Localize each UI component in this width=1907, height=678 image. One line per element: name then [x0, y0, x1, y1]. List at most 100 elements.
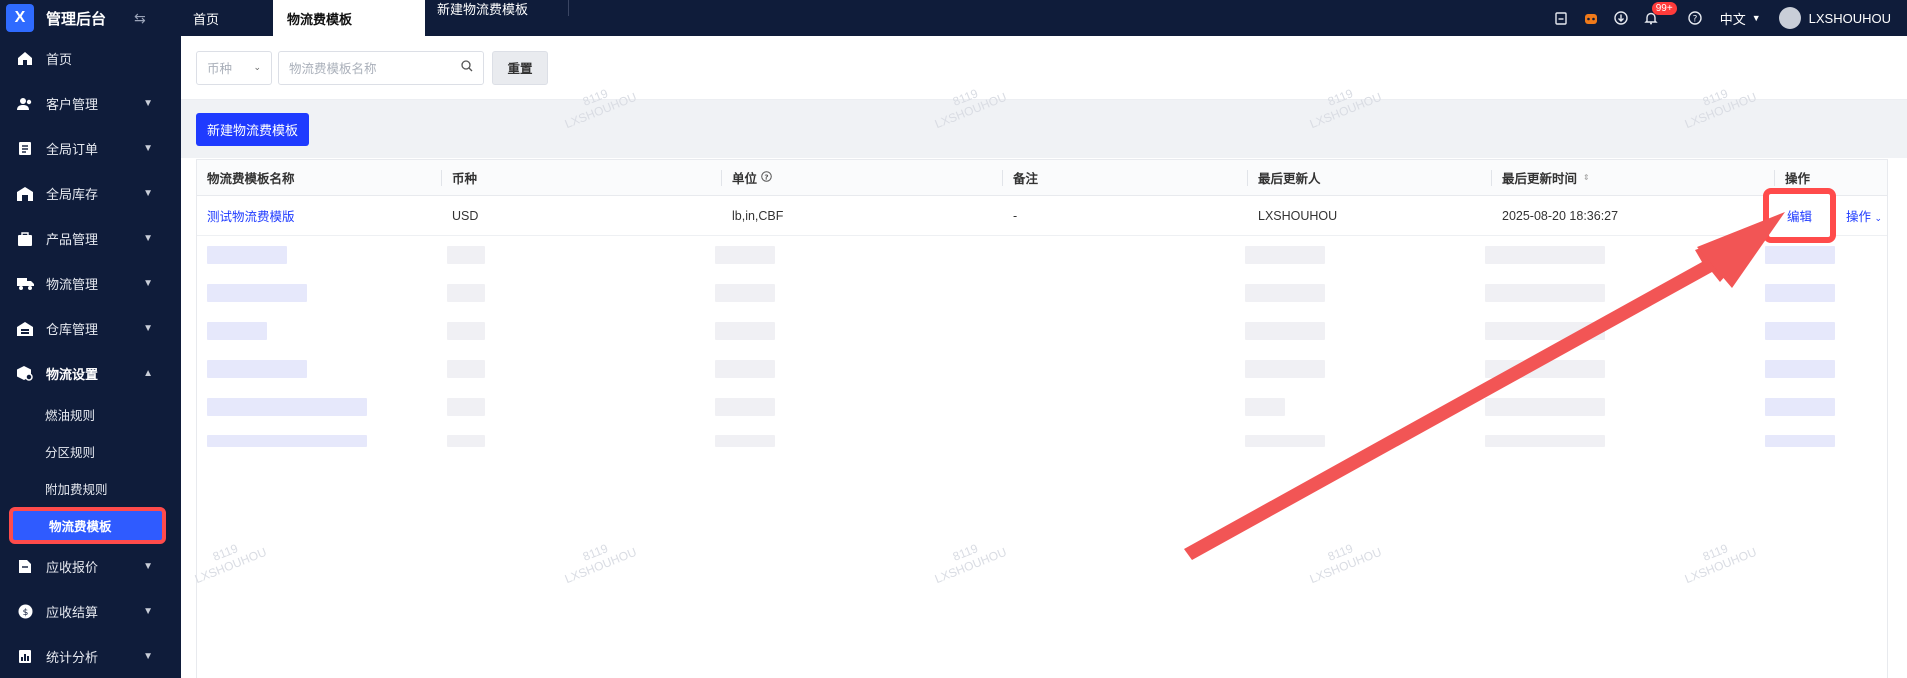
stats-icon [16, 648, 34, 666]
sidebar-item-label: 首页 [46, 52, 73, 67]
templates-table: 物流费模板名称 币种 单位 ? 备注 最后更新人 最后更新时间 ⇕ 操作 测试物… [196, 159, 1888, 678]
list-item [197, 426, 1887, 456]
edit-button[interactable]: 编辑 [1763, 188, 1837, 243]
quote-icon [16, 558, 34, 576]
chevron-down-icon: ▼ [143, 606, 153, 617]
order-icon [16, 140, 34, 158]
sidebar-item-label: 物流管理 [46, 277, 99, 292]
clipboard-icon[interactable] [1546, 0, 1576, 36]
username[interactable]: LXSHOUHOU [1809, 11, 1891, 26]
chevron-down-icon: ▼ [143, 233, 153, 244]
avatar[interactable] [1778, 7, 1801, 29]
sidebar-item-orders[interactable]: 全局订单 ▼ [0, 126, 181, 171]
collapse-sidebar-icon[interactable]: ⇆ [134, 10, 146, 27]
column-header-actions: 操作 [1785, 172, 1811, 186]
language-selector[interactable]: 中文 ▼ [1720, 9, 1761, 28]
chevron-down-icon: ▼ [143, 651, 153, 662]
chevron-down-icon: ▼ [143, 561, 153, 572]
sidebar-subitem-zone-rules[interactable]: 分区规则 [0, 433, 181, 470]
sidebar-item-customers[interactable]: 客户管理 ▼ [0, 81, 181, 126]
home-icon [16, 50, 34, 68]
filter-bar: 币种 ⌄ 物流费模板名称 重置 [181, 36, 1907, 100]
table-row: 测试物流费模版 USD lb,in,CBF - LXSHOUHOU 2025-0… [197, 188, 1887, 243]
list-item [197, 388, 1887, 426]
storehouse-icon [16, 320, 34, 338]
search-icon[interactable] [461, 60, 473, 75]
top-right-tools: 99+ ? 中文 ▼ LXSHOUHOU [1546, 0, 1907, 36]
svg-text:?: ? [1692, 15, 1697, 25]
redacted-rows [197, 236, 1887, 456]
list-item [197, 274, 1887, 312]
caret-down-icon: ▼ [1751, 13, 1761, 23]
action-bar: 新建物流费模板 [181, 100, 1907, 158]
tab-bar: 首页 物流费模板 新建物流费模板 [181, 0, 570, 36]
notification-bell-icon[interactable]: 99+ [1636, 0, 1677, 36]
sidebar-item-warehouse[interactable]: 仓库管理 ▼ [0, 306, 181, 351]
sidebar-item-label: 物流设置 [46, 367, 99, 382]
warehouse-icon [16, 185, 34, 203]
main-content: 币种 ⌄ 物流费模板名称 重置 新建物流费模板 物流费模板名称 币种 单位 ? … [181, 36, 1907, 678]
settlement-icon: $ [16, 603, 34, 621]
search-placeholder: 物流费模板名称 [289, 62, 377, 76]
sidebar-item-logistics[interactable]: 物流管理 ▼ [0, 261, 181, 306]
currency-placeholder: 币种 [207, 62, 233, 76]
cell-currency: USD [452, 208, 479, 223]
logo-icon: X [6, 4, 34, 32]
tab-home[interactable]: 首页 [181, 0, 273, 36]
help-circle-icon[interactable]: ? [761, 170, 772, 185]
sidebar-item-label: 客户管理 [46, 97, 99, 112]
chevron-down-icon: ⌄ [253, 62, 261, 72]
column-header-name: 物流费模板名称 [197, 160, 442, 196]
sidebar-subitem-logistics-fee-template[interactable]: 物流费模板 [9, 507, 166, 544]
currency-select[interactable]: 币种 ⌄ [196, 50, 272, 85]
more-actions-dropdown[interactable]: 操作 ⌄ [1846, 206, 1882, 225]
sidebar-subitem-surcharge-rules[interactable]: 附加费规则 [0, 470, 181, 507]
chevron-down-icon: ▼ [143, 98, 153, 109]
sidebar-item-home[interactable]: 首页 [0, 36, 181, 81]
template-name-link[interactable]: 测试物流费模版 [197, 206, 442, 225]
list-item [197, 350, 1887, 388]
tab-logistics-fee-template[interactable]: 物流费模板 [273, 0, 425, 36]
sidebar-item-label: 产品管理 [46, 232, 99, 247]
template-name-search-input[interactable]: 物流费模板名称 [278, 50, 484, 85]
cell-remark: - [1013, 208, 1018, 223]
sidebar-item-receivable-settlement[interactable]: $ 应收结算 ▼ [0, 589, 181, 634]
cell-updated-by: LXSHOUHOU [1258, 208, 1338, 223]
tab-new-logistics-fee-template[interactable]: 新建物流费模板 [425, 0, 570, 17]
cell-updated-at: 2025-08-20 18:36:27 [1502, 208, 1619, 223]
sidebar-item-receivable-quotes[interactable]: 应收报价 ▼ [0, 544, 181, 589]
logo[interactable]: X 管理后台 ⇆ [0, 0, 181, 36]
download-icon[interactable] [1606, 0, 1636, 36]
language-label: 中文 [1719, 11, 1746, 27]
product-icon [16, 230, 34, 248]
sidebar-item-products[interactable]: 产品管理 ▼ [0, 216, 181, 261]
cell-unit: lb,in,CBF [732, 208, 784, 223]
help-icon[interactable]: ? [1680, 0, 1710, 36]
reset-button[interactable]: 重置 [492, 50, 548, 85]
sidebar-item-label: 应收结算 [46, 605, 99, 620]
sort-icon[interactable]: ⇕ [1583, 173, 1590, 182]
sidebar-item-label: 应收报价 [46, 560, 99, 575]
truck-icon [16, 275, 34, 293]
svg-text:$: $ [22, 608, 28, 618]
new-logistics-fee-template-button[interactable]: 新建物流费模板 [196, 112, 310, 146]
column-header-updated-at[interactable]: 最后更新时间 ⇕ [1492, 160, 1775, 196]
top-bar: X 管理后台 ⇆ 首页 物流费模板 新建物流费模板 99+ ? 中文 ▼ LXS… [0, 0, 1907, 36]
chevron-up-icon: ▲ [143, 368, 153, 379]
list-item [197, 236, 1887, 274]
sidebar-item-inventory[interactable]: 全局库存 ▼ [0, 171, 181, 216]
column-header-unit: 单位 ? [722, 160, 1003, 196]
sidebar: 首页 客户管理 ▼ 全局订单 ▼ 全局库存 ▼ 产品管理 ▼ 物流管理 ▼ 仓库… [0, 36, 181, 678]
sidebar-item-label: 仓库管理 [46, 322, 99, 337]
chevron-down-icon: ▼ [143, 323, 153, 334]
chevron-down-icon: ▼ [143, 143, 153, 154]
sidebar-subitem-fuel-rules[interactable]: 燃油规则 [0, 396, 181, 433]
chevron-down-icon: ▼ [143, 188, 153, 199]
package-settings-icon [16, 365, 34, 383]
chevron-down-icon: ⌄ [1874, 213, 1883, 223]
robot-icon[interactable] [1576, 0, 1606, 36]
sidebar-item-statistics[interactable]: 统计分析 ▼ [0, 634, 181, 678]
notification-badge: 99+ [1651, 2, 1677, 15]
chevron-down-icon: ▼ [143, 278, 153, 289]
sidebar-item-logistics-settings[interactable]: 物流设置 ▲ [0, 351, 181, 396]
